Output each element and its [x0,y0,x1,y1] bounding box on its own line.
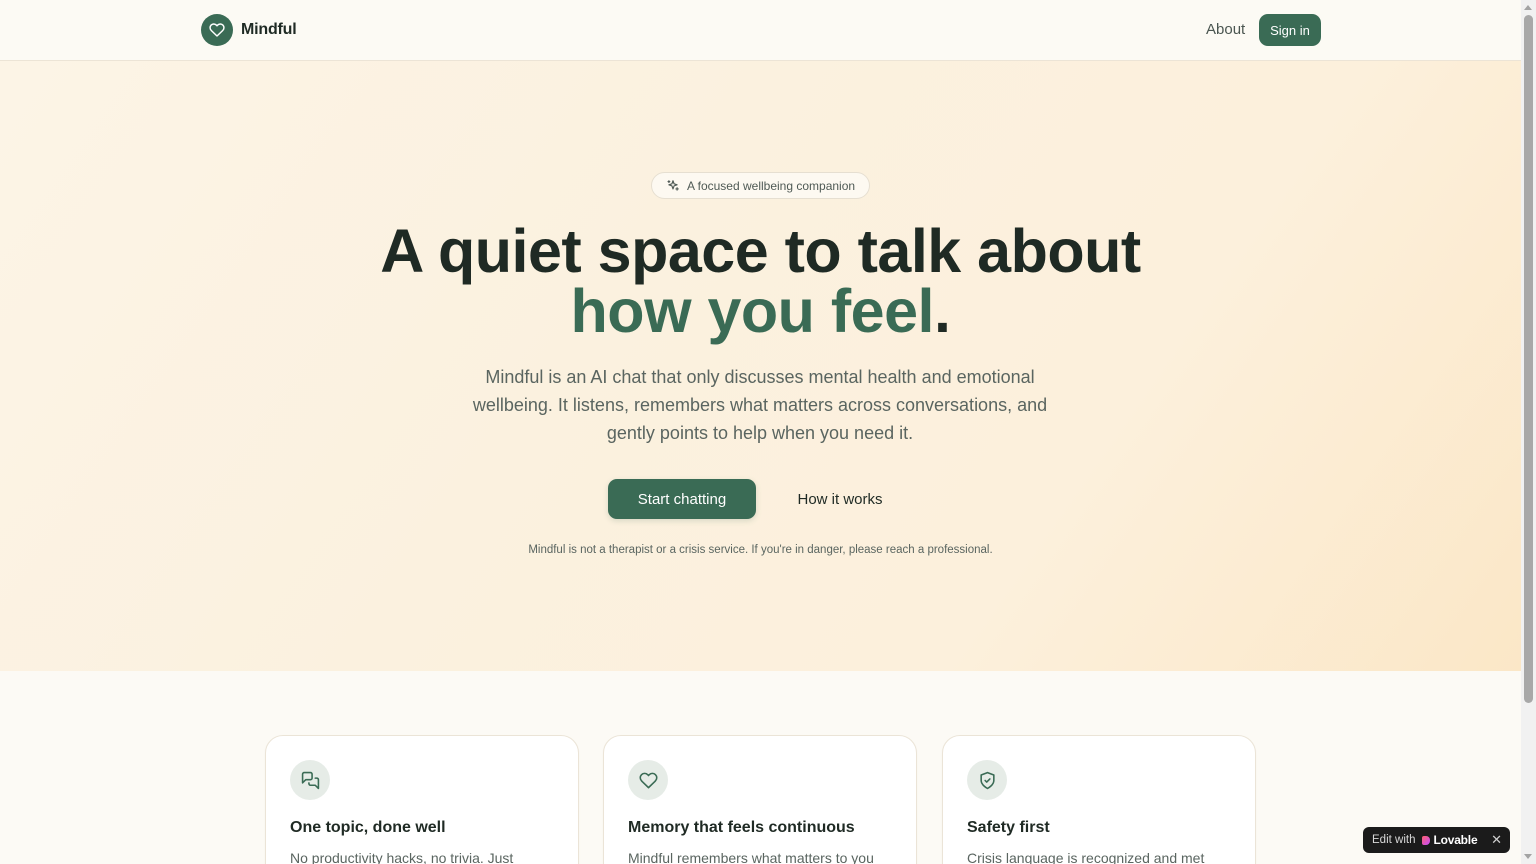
feature-card-one-topic: One topic, done well No productivity hac… [265,735,579,864]
badge-brand: Lovable [1433,833,1478,847]
edit-with-lovable-badge[interactable]: Edit with Lovable ✕ [1363,827,1510,853]
start-chatting-button[interactable]: Start chatting [608,479,756,519]
shield-check-icon [967,760,1007,800]
brand-name: Mindful [241,21,297,38]
top-nav: Mindful About Sign in [0,0,1521,61]
feature-card-safety: Safety first Crisis language is recogniz… [942,735,1256,864]
feature-card-memory: Memory that feels continuous Mindful rem… [603,735,917,864]
sparkles-icon [666,179,680,193]
heart-icon [628,760,668,800]
close-icon[interactable]: ✕ [1491,832,1502,848]
sign-in-button[interactable]: Sign in [1259,14,1321,46]
hero-description: Mindful is an AI chat that only discusse… [472,367,1048,443]
brand-logo-link[interactable]: Mindful [201,14,297,46]
feature-title: One topic, done well [290,819,446,836]
heart-icon [201,14,233,46]
lovable-logo-icon [1422,835,1431,845]
vertical-scrollbar[interactable] [1521,0,1536,864]
feature-description: No productivity hacks, no trivia. Just [290,850,514,864]
feature-title: Safety first [967,819,1050,836]
scrollbar-thumb[interactable] [1524,15,1533,703]
feature-title: Memory that feels continuous [628,819,855,836]
page: Mindful About Sign in A focused wellbein… [0,0,1521,864]
scroll-down-arrow-icon[interactable] [1524,854,1532,859]
how-it-works-link[interactable]: How it works [780,479,900,519]
feature-description: Crisis language is recognized and met [967,850,1205,864]
badge-edit-label: Edit with [1372,834,1416,846]
hero-section: A focused wellbeing companion A quiet sp… [0,61,1521,671]
chat-bubbles-icon [290,760,330,800]
headline-period: . [933,277,951,345]
tagline-pill: A focused wellbeing companion [651,172,870,199]
feature-description: Mindful remembers what matters to you [628,850,874,864]
safety-disclaimer: Mindful is not a therapist or a crisis s… [528,544,993,556]
headline-accent: how you feel [570,277,935,345]
scroll-up-arrow-icon[interactable] [1524,5,1532,10]
hero-headline: A quiet space to talk about how you feel… [0,221,1521,342]
nav-about-link[interactable]: About [1206,21,1245,38]
tagline-text: A focused wellbeing companion [686,178,856,193]
headline-line-1: A quiet space to talk about [380,217,1141,285]
